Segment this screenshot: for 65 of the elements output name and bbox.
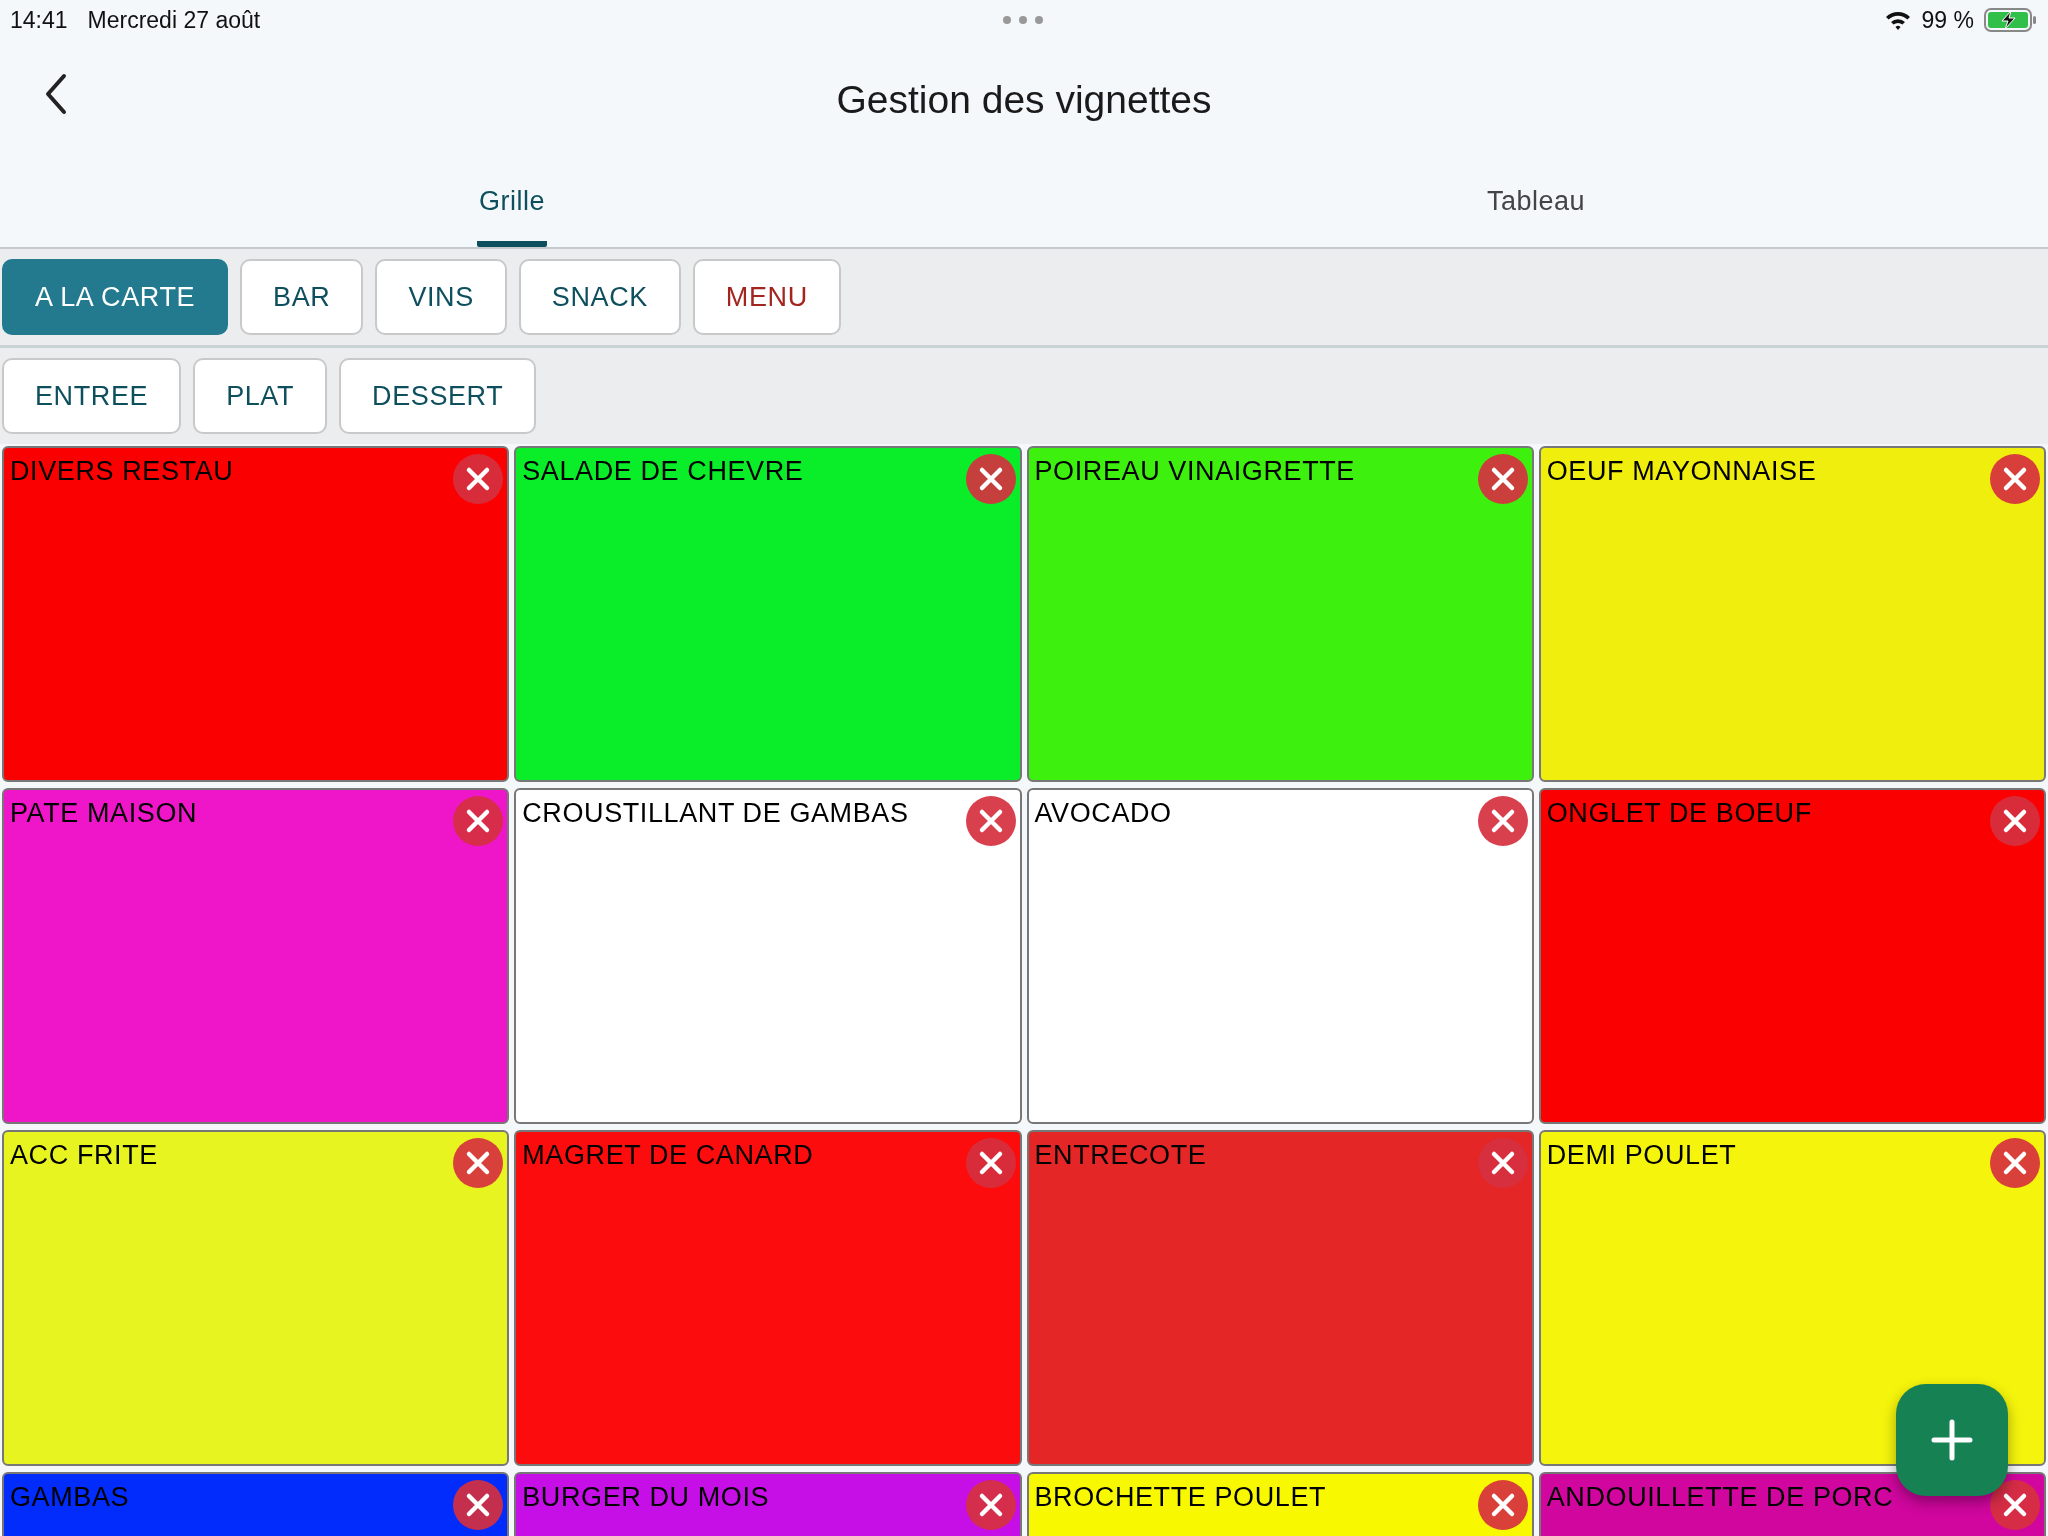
- tile-label: PATE MAISON: [10, 798, 198, 828]
- page-title: Gestion des vignettes: [836, 78, 1212, 122]
- view-tab[interactable]: Tableau: [1484, 152, 1588, 247]
- tile-label: DIVERS RESTAU: [10, 456, 234, 486]
- category-chip[interactable]: A LA CARTE: [2, 259, 229, 335]
- delete-icon[interactable]: [1477, 1138, 1528, 1188]
- delete-icon[interactable]: [453, 454, 504, 504]
- add-button[interactable]: [1896, 1384, 2008, 1496]
- delete-icon[interactable]: [1477, 1480, 1528, 1530]
- tile-label: ONGLET DE BOEUF: [1546, 798, 1812, 828]
- category-chip[interactable]: MENU: [692, 259, 841, 335]
- item-tile[interactable]: POIREAU VINAIGRETTE: [1026, 446, 1534, 782]
- item-tile[interactable]: OEUF MAYONNAISE: [1538, 446, 2046, 782]
- delete-icon[interactable]: [453, 796, 504, 846]
- delete-icon[interactable]: [453, 1480, 504, 1530]
- item-tile[interactable]: ONGLET DE BOEUF: [1538, 788, 2046, 1124]
- subcategory-chip[interactable]: ENTREE: [2, 358, 182, 434]
- subcategory-chip[interactable]: PLAT: [193, 358, 328, 434]
- delete-icon[interactable]: [965, 1138, 1016, 1188]
- delete-icon[interactable]: [965, 796, 1016, 846]
- item-tile[interactable]: CROUSTILLANT DE GAMBAS: [514, 788, 1022, 1124]
- battery-percent: 99 %: [1921, 6, 1974, 34]
- item-tile[interactable]: DEMI POULET: [1538, 1130, 2046, 1466]
- item-tile[interactable]: ANDOUILLETTE DE PORC: [1538, 1472, 2046, 1536]
- item-tile[interactable]: PATE MAISON: [2, 788, 510, 1124]
- more-dots-icon[interactable]: [1002, 15, 1044, 25]
- category-chip[interactable]: VINS: [375, 259, 507, 335]
- tile-label: GAMBAS: [10, 1482, 130, 1512]
- item-tile[interactable]: BROCHETTE POULET: [1026, 1472, 1534, 1536]
- delete-icon[interactable]: [1477, 796, 1528, 846]
- item-tile[interactable]: DIVERS RESTAU: [2, 446, 510, 782]
- tile-label: AVOCADO: [1034, 798, 1172, 828]
- tile-label: POIREAU VINAIGRETTE: [1034, 456, 1355, 486]
- item-tile[interactable]: ENTRECOTE: [1026, 1130, 1534, 1466]
- delete-icon[interactable]: [965, 454, 1016, 504]
- delete-icon[interactable]: [453, 1138, 504, 1188]
- tile-label: OEUF MAYONNAISE: [1546, 456, 1817, 486]
- delete-icon[interactable]: [1990, 796, 2040, 846]
- delete-icon[interactable]: [1990, 454, 2040, 504]
- delete-icon[interactable]: [965, 1480, 1016, 1530]
- item-tile[interactable]: SALADE DE CHEVRE: [514, 446, 1022, 782]
- status-time: 14:41: [10, 6, 68, 34]
- delete-icon[interactable]: [1477, 454, 1528, 504]
- item-tile[interactable]: ACC FRITE: [2, 1130, 510, 1466]
- subcategory-chip[interactable]: DESSERT: [339, 358, 537, 434]
- tile-label: ACC FRITE: [10, 1140, 158, 1170]
- back-icon[interactable]: [44, 73, 68, 115]
- status-date: Mercredi 27 août: [87, 6, 261, 34]
- tile-label: MAGRET DE CANARD: [522, 1140, 814, 1170]
- tile-label: SALADE DE CHEVRE: [522, 456, 804, 486]
- tile-label: ANDOUILLETTE DE PORC: [1546, 1482, 1894, 1512]
- category-chip[interactable]: BAR: [240, 259, 364, 335]
- item-tile[interactable]: AVOCADO: [1026, 788, 1534, 1124]
- tile-label: DEMI POULET: [1546, 1140, 1737, 1170]
- tile-label: CROUSTILLANT DE GAMBAS: [522, 798, 909, 828]
- item-tile[interactable]: BURGER DU MOIS: [514, 1472, 1022, 1536]
- plus-icon: [1930, 1418, 1974, 1462]
- tile-label: BURGER DU MOIS: [522, 1482, 770, 1512]
- delete-icon[interactable]: [1990, 1480, 2040, 1530]
- item-tile[interactable]: MAGRET DE CANARD: [514, 1130, 1022, 1466]
- category-chip[interactable]: SNACK: [518, 259, 681, 335]
- tile-label: ENTRECOTE: [1034, 1140, 1207, 1170]
- delete-icon[interactable]: [1990, 1138, 2040, 1188]
- tile-label: BROCHETTE POULET: [1034, 1482, 1327, 1512]
- battery-charging-icon: [1984, 8, 2038, 32]
